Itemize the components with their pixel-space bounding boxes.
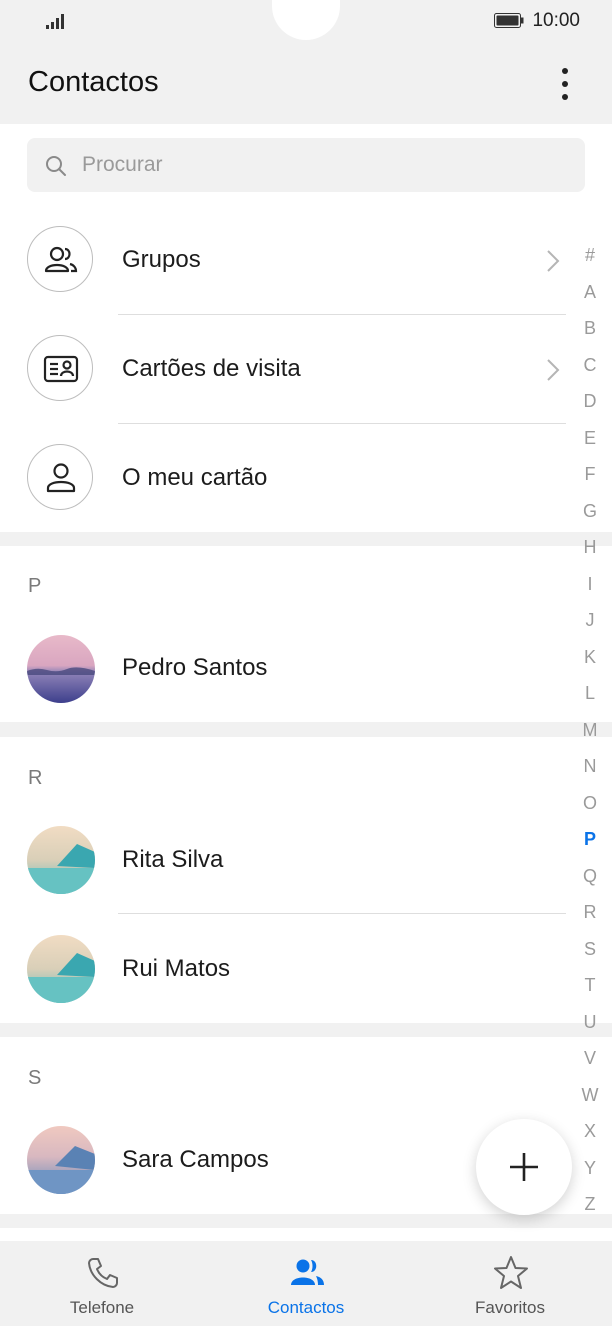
chevron-right-icon: [547, 359, 560, 381]
index-letter[interactable]: F: [576, 464, 604, 485]
index-letter[interactable]: J: [576, 610, 604, 631]
index-letter[interactable]: K: [576, 647, 604, 668]
index-letter[interactable]: U: [576, 1012, 604, 1033]
index-letter[interactable]: E: [576, 428, 604, 449]
index-letter[interactable]: W: [576, 1085, 604, 1106]
contact-name: Pedro Santos: [122, 654, 268, 681]
menu-item-label: O meu cartão: [122, 464, 268, 491]
avatar: [27, 1126, 95, 1194]
tab-phone[interactable]: Telefone: [0, 1241, 204, 1326]
avatar: [27, 826, 95, 894]
tab-label: Telefone: [69, 1298, 135, 1317]
contact-section: [0, 1228, 612, 1241]
index-letter[interactable]: D: [576, 391, 604, 412]
business-card-icon: [27, 335, 93, 401]
index-letter[interactable]: X: [576, 1121, 604, 1142]
contact-name: Sara Campos: [122, 1146, 269, 1173]
groups-icon: [27, 226, 93, 292]
index-letter[interactable]: O: [576, 793, 604, 814]
index-letter[interactable]: #: [576, 245, 604, 266]
index-letter[interactable]: B: [576, 318, 604, 339]
battery-icon: [494, 13, 524, 28]
contact-name: Rita Silva: [122, 846, 224, 873]
index-letter[interactable]: M: [576, 720, 604, 741]
contacts-icon: [291, 1259, 324, 1285]
index-letter[interactable]: Q: [576, 866, 604, 887]
index-letter[interactable]: L: [576, 683, 604, 704]
index-letter[interactable]: R: [576, 902, 604, 923]
page-title: Contactos: [28, 66, 159, 98]
star-icon: [494, 1256, 528, 1289]
section-letter: S: [28, 1067, 42, 1089]
index-letter[interactable]: Z: [576, 1194, 604, 1215]
index-letter[interactable]: V: [576, 1048, 604, 1069]
search-icon: [46, 156, 66, 176]
index-letter[interactable]: H: [576, 537, 604, 558]
avatar: [27, 935, 95, 1003]
index-letter[interactable]: T: [576, 975, 604, 996]
add-contact-button[interactable]: [476, 1119, 572, 1215]
phone-icon: [88, 1258, 118, 1288]
chevron-right-icon: [547, 250, 560, 272]
tab-favorites[interactable]: Favoritos: [408, 1241, 612, 1326]
index-letter[interactable]: I: [576, 574, 604, 595]
index-letter[interactable]: C: [576, 355, 604, 376]
index-letter[interactable]: N: [576, 756, 604, 777]
index-letter[interactable]: A: [576, 282, 604, 303]
status-time: 10:00: [532, 10, 580, 31]
signal-icon: [46, 14, 64, 29]
menu-item-label: Grupos: [122, 246, 201, 273]
index-letter[interactable]: P: [576, 829, 604, 850]
index-letter[interactable]: Y: [576, 1158, 604, 1179]
plus-icon: [510, 1153, 538, 1181]
contact-name: Rui Matos: [122, 955, 231, 982]
tab-contacts[interactable]: Contactos: [204, 1241, 408, 1326]
tab-label: Contactos: [267, 1298, 345, 1317]
index-letter[interactable]: S: [576, 939, 604, 960]
section-letter: P: [28, 575, 42, 597]
avatar: [27, 635, 95, 703]
more-options-icon[interactable]: [550, 66, 580, 102]
tab-label: Favoritos: [475, 1298, 545, 1317]
section-letter: R: [28, 767, 43, 789]
person-icon: [27, 444, 93, 510]
index-letter[interactable]: G: [576, 501, 604, 522]
menu-item-label: Cartões de visita: [122, 355, 301, 382]
search-placeholder: Procurar: [82, 153, 163, 176]
